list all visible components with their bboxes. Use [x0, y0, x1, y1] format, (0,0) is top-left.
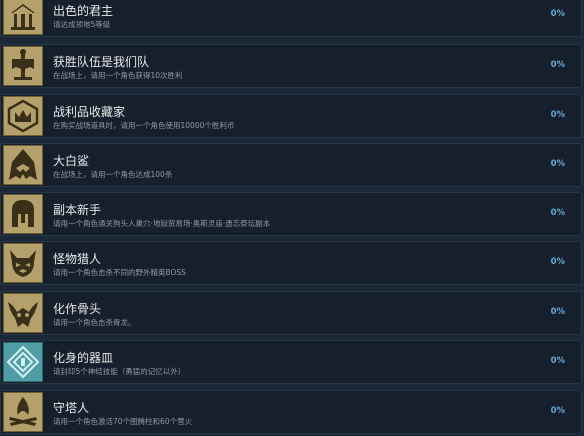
shark-icon — [3, 145, 43, 185]
achievement-percent: 0% — [550, 356, 565, 366]
rune-icon — [3, 342, 43, 382]
achievement-percent: 0% — [550, 60, 565, 70]
banner-icon — [3, 46, 43, 86]
achievement-title: 化作骨头 — [53, 302, 102, 316]
achievement-row[interactable]: 出色的君主 请达成领地5等级 0% — [0, 0, 582, 37]
achievement-percent: 0% — [550, 208, 565, 218]
achievement-row[interactable]: 化身的器皿 请封印5个神结技能（勇猛的记忆以外） 0% — [0, 340, 582, 384]
achievement-row[interactable]: 怪物猎人 请用一个角色击杀不同的野外精英BOSS 0% — [0, 241, 582, 285]
achievement-title: 化身的器皿 — [53, 351, 114, 365]
achievement-percent: 0% — [550, 9, 565, 19]
achievement-title: 出色的君主 — [53, 4, 114, 18]
achievement-title: 战利品收藏家 — [53, 105, 126, 119]
achievement-description: 请达成领地5等级 — [53, 20, 111, 29]
achievement-percent: 0% — [550, 257, 565, 267]
achievement-row[interactable]: 获胜队伍是我们队 在战场上，请用一个角色获得10次胜利 0% — [0, 44, 582, 88]
castle-icon — [3, 0, 43, 35]
achievement-row[interactable]: 战利品收藏家 在购买战场道具时，请用一个角色使用10000个胜利币 0% — [0, 94, 582, 138]
monster-icon — [3, 243, 43, 283]
achievement-description: 请用一个角色击杀不同的野外精英BOSS — [53, 268, 186, 277]
achievement-description: 请用一个角色击杀骨龙。 — [53, 318, 136, 327]
achievement-title: 守塔人 — [53, 401, 90, 415]
achievement-title: 大白鲨 — [53, 154, 90, 168]
achievement-row[interactable]: 守塔人 请用一个角色激活70个图腾柱和60个营火 0% — [0, 390, 582, 434]
achievement-title: 怪物猎人 — [53, 252, 102, 266]
achievement-description: 在购买战场道具时，请用一个角色使用10000个胜利币 — [53, 121, 235, 130]
achievement-description: 请封印5个神结技能（勇猛的记忆以外） — [53, 367, 186, 376]
achievement-percent: 0% — [550, 159, 565, 169]
crown-emblem-icon — [3, 96, 43, 136]
achievement-title: 副本新手 — [53, 203, 102, 217]
achievement-description: 在战场上，请用一个角色获得10次胜利 — [53, 71, 183, 80]
achievement-row[interactable]: 化作骨头 请用一个角色击杀骨龙。 0% — [0, 291, 582, 335]
achievement-percent: 0% — [550, 307, 565, 317]
achievement-percent: 0% — [550, 110, 565, 120]
helmet-icon — [3, 194, 43, 234]
achievement-row[interactable]: 副本新手 请用一个角色通关狗头人巢穴·地狱贸易场·奥斯灵庙·遗忘祭坛副本 0% — [0, 192, 582, 236]
achievement-list: 出色的君主 请达成领地5等级 0% 获胜队伍是我们队 在战场上，请用一个角色获得… — [0, 0, 584, 436]
achievement-description: 在战场上，请用一个角色达成100杀 — [53, 170, 173, 179]
achievement-description: 请用一个角色激活70个图腾柱和60个营火 — [53, 417, 193, 426]
campfire-icon — [3, 392, 43, 432]
achievement-row[interactable]: 大白鲨 在战场上，请用一个角色达成100杀 0% — [0, 143, 582, 187]
achievement-percent: 0% — [550, 406, 565, 416]
achievement-title: 获胜队伍是我们队 — [53, 55, 150, 69]
achievement-description: 请用一个角色通关狗头人巢穴·地狱贸易场·奥斯灵庙·遗忘祭坛副本 — [53, 219, 271, 228]
bone-dragon-icon — [3, 293, 43, 333]
